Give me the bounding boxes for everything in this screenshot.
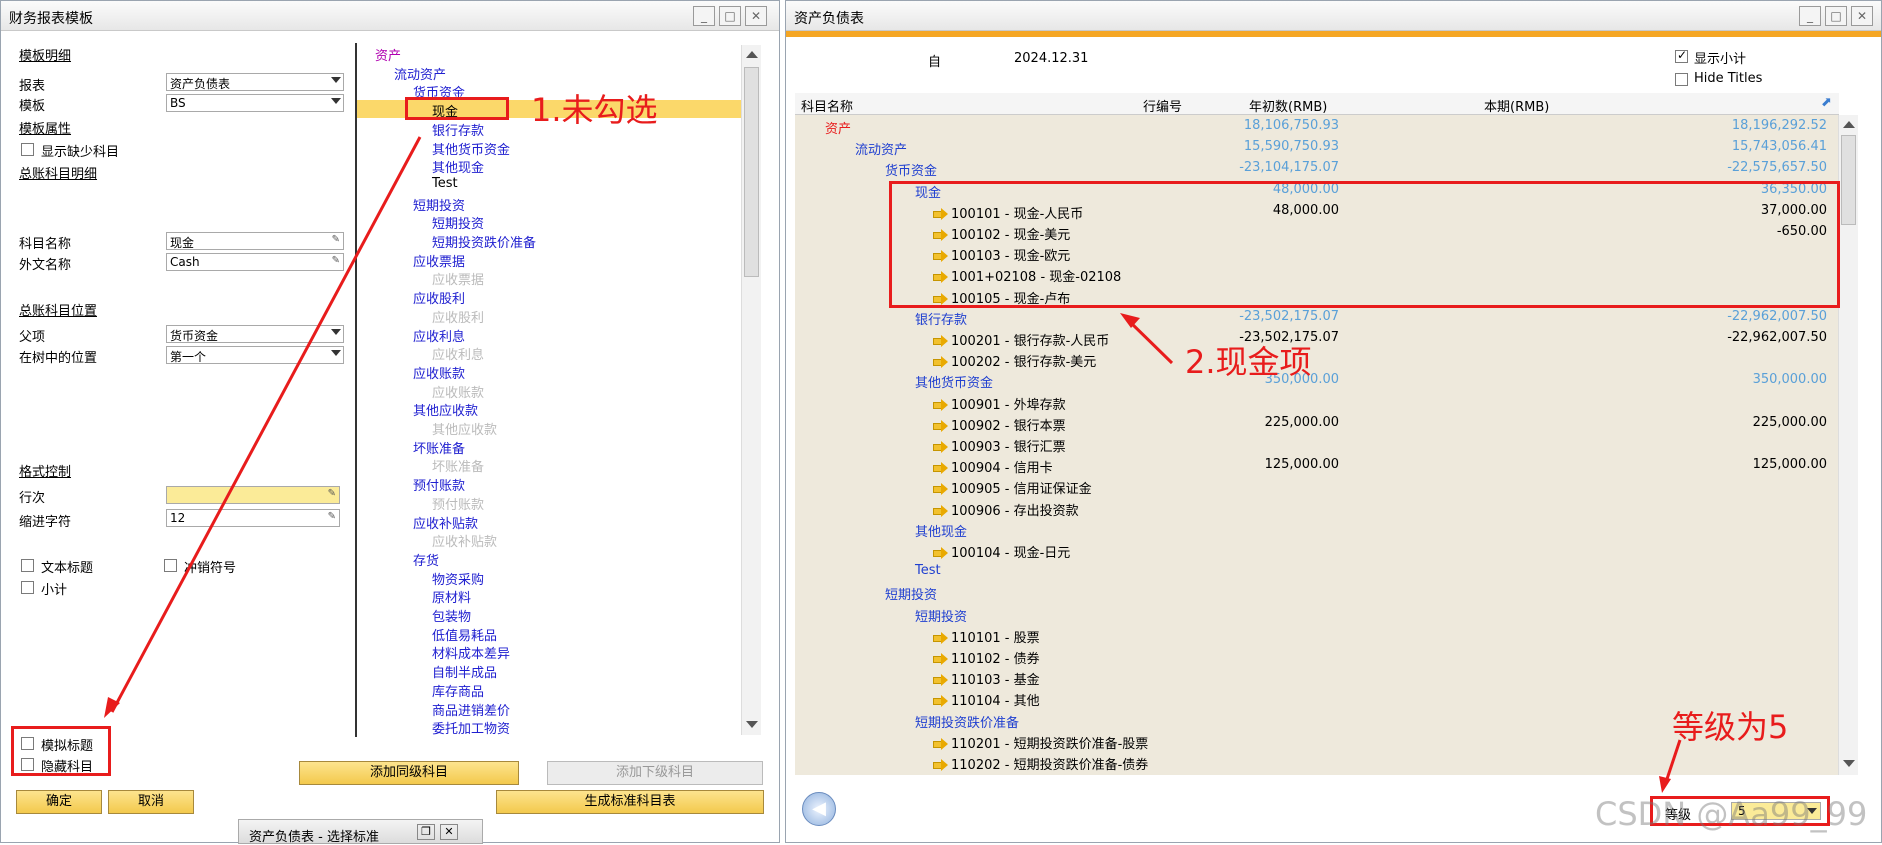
watermark: CSDN @Aa99_99 <box>1595 795 1868 833</box>
arrow-line-1 <box>110 136 422 713</box>
back-button[interactable]: ◀ <box>802 792 836 826</box>
arrow-head-2 <box>1120 313 1140 328</box>
annotation-3: 等级为5 <box>1672 708 1789 746</box>
annotation-arrows <box>104 136 1682 793</box>
arrow-head-3 <box>1659 776 1671 793</box>
arrow-line-2 <box>1126 318 1174 365</box>
